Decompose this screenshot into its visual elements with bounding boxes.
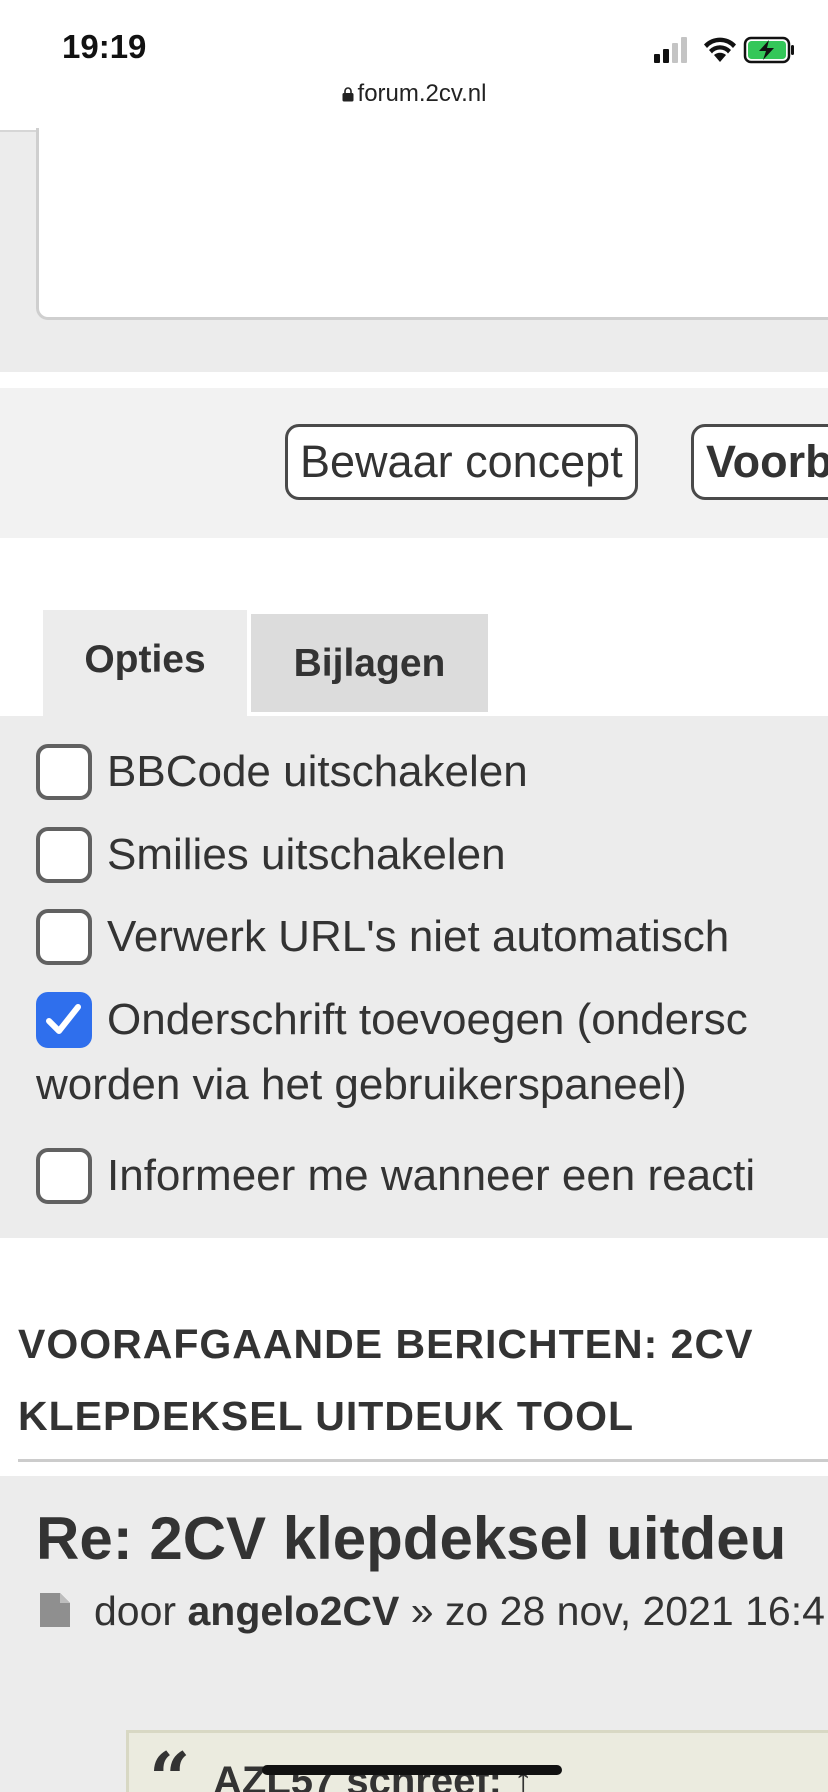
tab-attachments[interactable]: Bijlagen (251, 614, 488, 712)
file-icon[interactable] (38, 1591, 72, 1629)
checkmark-icon (46, 1004, 81, 1034)
message-textarea[interactable] (36, 128, 828, 320)
submit-buttons-panel: Bewaar concept Voorb (0, 388, 828, 538)
wifi-icon (704, 37, 736, 62)
heading-line-1: VOORAFGAANDE BERICHTEN: 2CV (18, 1321, 754, 1367)
quote-icon: “ (149, 1736, 191, 1792)
options-panel: BBCode uitschakelen Smilies uitschakelen… (0, 716, 828, 1238)
quote-author[interactable]: AZL57 schreef: ↑ (213, 1759, 533, 1792)
option-label: Onderschrift toevoegen (ondersc (107, 995, 748, 1044)
save-draft-button[interactable]: Bewaar concept (285, 424, 638, 500)
heading-line-2: KLEPDEKSEL UITDEUK TOOL (18, 1393, 635, 1439)
checkbox[interactable] (36, 827, 92, 883)
checkbox[interactable] (36, 1148, 92, 1204)
post-date: » zo 28 nov, 2021 16:4 (410, 1588, 825, 1634)
signal-icon (654, 37, 687, 63)
lock-icon (342, 81, 354, 102)
checkbox-checked[interactable] (36, 992, 92, 1048)
option-label: Smilies uitschakelen (107, 830, 506, 879)
post-title[interactable]: Re: 2CV klepdeksel uitdeu (36, 1504, 786, 1573)
tab-options[interactable]: Opties (43, 610, 247, 716)
battery-charging-icon (743, 36, 794, 64)
url-text: forum.2cv.nl (357, 80, 487, 107)
option-label: Informeer me wanneer een reacti (107, 1151, 756, 1200)
option-label-continuation: worden via het gebruikerspaneel) (36, 1060, 687, 1109)
quote-block: “ AZL57 schreef: ↑ (126, 1730, 828, 1792)
preview-button[interactable]: Voorb (691, 424, 828, 500)
home-indicator (262, 1765, 562, 1775)
address-bar[interactable]: forum.2cv.nl (0, 80, 828, 130)
status-time: 19:19 (62, 28, 147, 65)
checkbox[interactable] (36, 744, 92, 800)
section-divider (18, 1459, 828, 1462)
previous-posts-heading: VOORAFGAANDE BERICHTEN: 2CV KLEPDEKSEL U… (18, 1308, 818, 1452)
post: Re: 2CV klepdeksel uitdeu door angelo2CV… (0, 1476, 828, 1792)
checkbox[interactable] (36, 909, 92, 965)
options-tabs: Opties Bijlagen (0, 610, 828, 716)
editor-panel (0, 128, 828, 372)
status-icons (654, 36, 794, 64)
meta-prefix: door (94, 1588, 177, 1634)
option-label: Verwerk URL's niet automatisch (107, 912, 730, 961)
post-meta: door angelo2CV » zo 28 nov, 2021 16:4 (38, 1588, 825, 1635)
option-label: BBCode uitschakelen (107, 747, 528, 796)
post-author-link[interactable]: angelo2CV (187, 1588, 399, 1634)
